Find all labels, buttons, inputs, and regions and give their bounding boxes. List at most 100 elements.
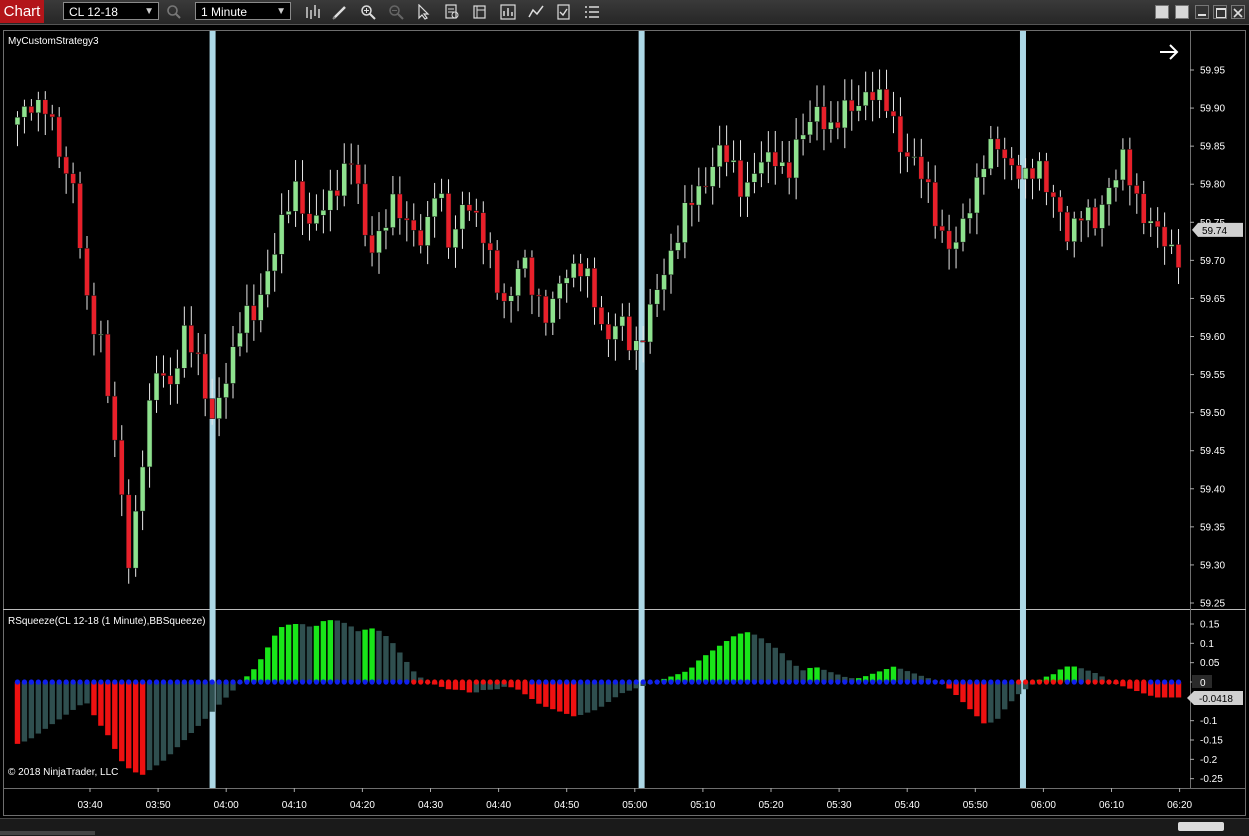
- candle-down: [369, 234, 375, 254]
- momentum-bar: [132, 682, 139, 773]
- price-tick-label: 59.30: [1200, 560, 1225, 571]
- indicator-tick-label: -0.2: [1200, 755, 1218, 766]
- candle-up: [390, 193, 396, 228]
- candle-up: [550, 298, 556, 324]
- squeeze-dot: [633, 679, 639, 685]
- candle-down: [1008, 157, 1015, 166]
- momentum-bar: [974, 682, 980, 717]
- candle-down: [723, 144, 730, 163]
- squeeze-dot: [320, 679, 326, 685]
- indicator-title: RSqueeze(CL 12-18 (1 Minute),BBSqueeze): [8, 616, 206, 627]
- candle-up: [139, 466, 146, 512]
- zero-label: 0: [1200, 678, 1206, 689]
- indicator-tick-label: 0.1: [1200, 639, 1214, 650]
- price-tick-label: 59.35: [1200, 522, 1225, 533]
- candle-down: [536, 294, 542, 297]
- candle-down: [28, 106, 35, 114]
- candle-up: [1071, 218, 1077, 242]
- candle-down: [904, 151, 911, 157]
- candle-up: [452, 228, 459, 248]
- candle-down: [1134, 185, 1140, 195]
- squeeze-dot: [772, 679, 778, 685]
- momentum-bar: [70, 682, 76, 710]
- momentum-bar: [577, 682, 584, 715]
- chart-canvas[interactable]: 59.9559.9059.8559.8059.7559.7059.6559.60…: [0, 0, 1249, 835]
- candle-down: [480, 212, 487, 244]
- price-tick-label: 59.55: [1200, 370, 1225, 381]
- candle-up: [508, 295, 514, 302]
- squeeze-dot: [1016, 679, 1022, 685]
- momentum-bar: [174, 682, 181, 748]
- candle-up: [320, 209, 327, 216]
- squeeze-dot: [1120, 679, 1126, 685]
- squeeze-dot: [946, 679, 952, 685]
- momentum-bar: [397, 652, 403, 682]
- candle-down: [112, 395, 118, 441]
- squeeze-dot: [779, 679, 785, 685]
- candle-up: [1085, 206, 1091, 221]
- candle-up: [1168, 244, 1175, 247]
- candle-down: [404, 218, 410, 221]
- squeeze-dot: [543, 679, 549, 685]
- candle-up: [35, 99, 42, 114]
- candle-down: [689, 202, 695, 206]
- candle-down: [251, 305, 257, 321]
- squeeze-dot: [112, 679, 118, 685]
- candle-up: [278, 214, 285, 255]
- candle-down: [84, 248, 90, 296]
- momentum-bar: [1002, 682, 1008, 710]
- squeeze-dot: [668, 679, 674, 685]
- price-tick-label: 59.60: [1200, 332, 1225, 343]
- squeeze-dot: [605, 679, 612, 685]
- candle-down: [56, 116, 62, 158]
- price-tick-label: 59.85: [1200, 142, 1225, 153]
- squeeze-dot: [251, 679, 257, 685]
- momentum-bar: [112, 682, 118, 749]
- price-tick-label: 59.70: [1200, 256, 1225, 267]
- candle-down: [1001, 149, 1008, 159]
- squeeze-dot: [494, 679, 500, 685]
- scrollbar-thumb[interactable]: [1178, 822, 1224, 831]
- momentum-bar: [751, 634, 758, 682]
- candle-up: [800, 134, 806, 140]
- momentum-bar: [188, 682, 194, 734]
- candle-up: [181, 325, 188, 369]
- squeeze-dot: [1092, 679, 1098, 685]
- candle-up: [953, 241, 959, 250]
- squeeze-dot: [105, 679, 111, 685]
- momentum-bar: [404, 661, 410, 682]
- candle-down: [397, 193, 403, 219]
- momentum-bar: [216, 682, 222, 705]
- candle-up: [619, 316, 626, 327]
- candle-down: [306, 213, 313, 224]
- squeeze-dot: [84, 679, 90, 685]
- squeeze-dot: [640, 679, 646, 685]
- price-tick-label: 59.95: [1200, 66, 1225, 77]
- momentum-bar: [557, 682, 563, 712]
- momentum-bar: [167, 682, 174, 755]
- squeeze-dot: [209, 679, 215, 685]
- candle-down: [348, 163, 354, 165]
- squeeze-dot: [466, 679, 472, 685]
- candle-down: [918, 156, 925, 180]
- squeeze-dot: [411, 679, 417, 685]
- candle-up: [584, 268, 591, 277]
- candle-up: [633, 340, 639, 351]
- squeeze-dot: [619, 679, 625, 685]
- candle-down: [1015, 165, 1022, 180]
- squeeze-dot: [376, 679, 382, 685]
- candle-up: [459, 204, 466, 230]
- arrow-right-icon[interactable]: [1160, 44, 1179, 60]
- squeeze-dot: [397, 679, 403, 685]
- time-tick-label: 05:40: [895, 800, 920, 811]
- candle-down: [195, 352, 201, 355]
- squeeze-dot: [1064, 679, 1070, 685]
- squeeze-dot: [133, 679, 139, 685]
- candle-up: [709, 166, 716, 187]
- squeeze-dot: [35, 679, 41, 685]
- squeeze-dot: [299, 679, 306, 685]
- squeeze-dot: [369, 679, 375, 685]
- candle-up: [793, 139, 799, 179]
- squeeze-dot: [995, 679, 1001, 685]
- horizontal-scrollbar[interactable]: [0, 818, 1249, 836]
